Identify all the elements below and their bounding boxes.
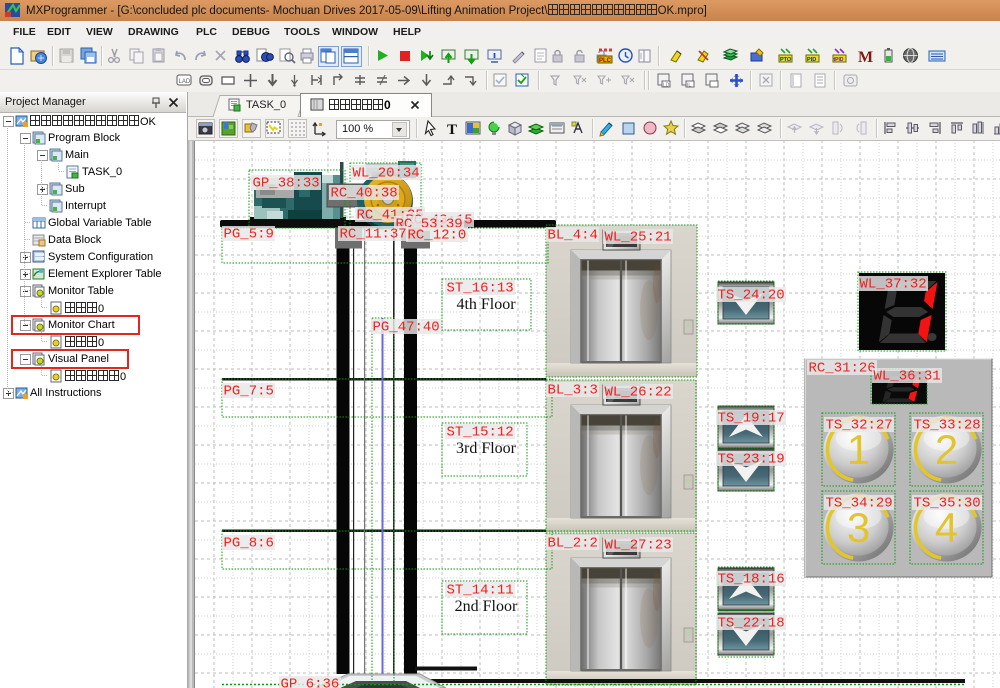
- svg-text:LD: LD: [663, 83, 670, 89]
- svg-text:ST_14:11: ST_14:11: [447, 583, 514, 599]
- svg-text:TS_34:29: TS_34:29: [826, 496, 893, 512]
- svg-text:M: M: [858, 49, 873, 65]
- svg-text:RC_40:38: RC_40:38: [331, 186, 398, 202]
- svg-text:PLC: PLC: [599, 58, 612, 64]
- svg-text:2nd Floor: 2nd Floor: [455, 598, 518, 615]
- svg-text:PG_7:5: PG_7:5: [224, 384, 274, 400]
- svg-text:WL_36:31: WL_36:31: [874, 369, 941, 385]
- svg-text:TS_18:16: TS_18:16: [718, 572, 785, 588]
- svg-text:ST_15:12: ST_15:12: [447, 425, 514, 441]
- svg-text:LAD: LAD: [179, 79, 191, 85]
- svg-text:RC_31:26: RC_31:26: [809, 361, 876, 377]
- svg-text:4th Floor: 4th Floor: [456, 296, 516, 313]
- svg-text:RC_12:0: RC_12:0: [408, 228, 467, 244]
- svg-text:PG_5:9: PG_5:9: [224, 227, 274, 243]
- svg-text:PID: PID: [807, 57, 816, 63]
- svg-text:PG_8:6: PG_8:6: [224, 536, 274, 552]
- svg-text:WL_25:21: WL_25:21: [605, 230, 672, 246]
- svg-text:TS_23:19: TS_23:19: [718, 452, 785, 468]
- svg-text:ST_16:13: ST_16:13: [447, 281, 514, 297]
- svg-text:tPID: tPID: [834, 57, 844, 63]
- svg-text:PTO: PTO: [780, 57, 792, 63]
- svg-text:TS_22:18: TS_22:18: [718, 616, 785, 632]
- svg-text:BL_3:3: BL_3:3: [548, 383, 598, 399]
- svg-text:BL_2:2: BL_2:2: [548, 536, 598, 552]
- svg-text:WL_37:32: WL_37:32: [860, 277, 927, 293]
- svg-text:PG_47:40: PG_47:40: [373, 320, 440, 336]
- svg-text:TS_24:20: TS_24:20: [718, 288, 785, 304]
- svg-text:T: T: [447, 122, 457, 138]
- svg-text:TS_35:30: TS_35:30: [914, 496, 981, 512]
- svg-text:TS_19:17: TS_19:17: [718, 411, 785, 427]
- svg-text:GP_6:36: GP_6:36: [281, 677, 340, 688]
- svg-text:WL_27:23: WL_27:23: [605, 538, 672, 554]
- svg-text:IL: IL: [687, 83, 691, 89]
- svg-text:RC_11:37: RC_11:37: [340, 227, 407, 243]
- svg-text:3rd Floor: 3rd Floor: [456, 440, 517, 457]
- svg-text:BL_4:4: BL_4:4: [548, 228, 598, 244]
- svg-text:WL_26:22: WL_26:22: [605, 385, 672, 401]
- svg-text:WL_20:34: WL_20:34: [353, 166, 420, 182]
- svg-text:GP_38:33: GP_38:33: [253, 176, 320, 192]
- svg-text:TS_33:28: TS_33:28: [914, 418, 981, 434]
- svg-text:TS_32:27: TS_32:27: [826, 418, 893, 434]
